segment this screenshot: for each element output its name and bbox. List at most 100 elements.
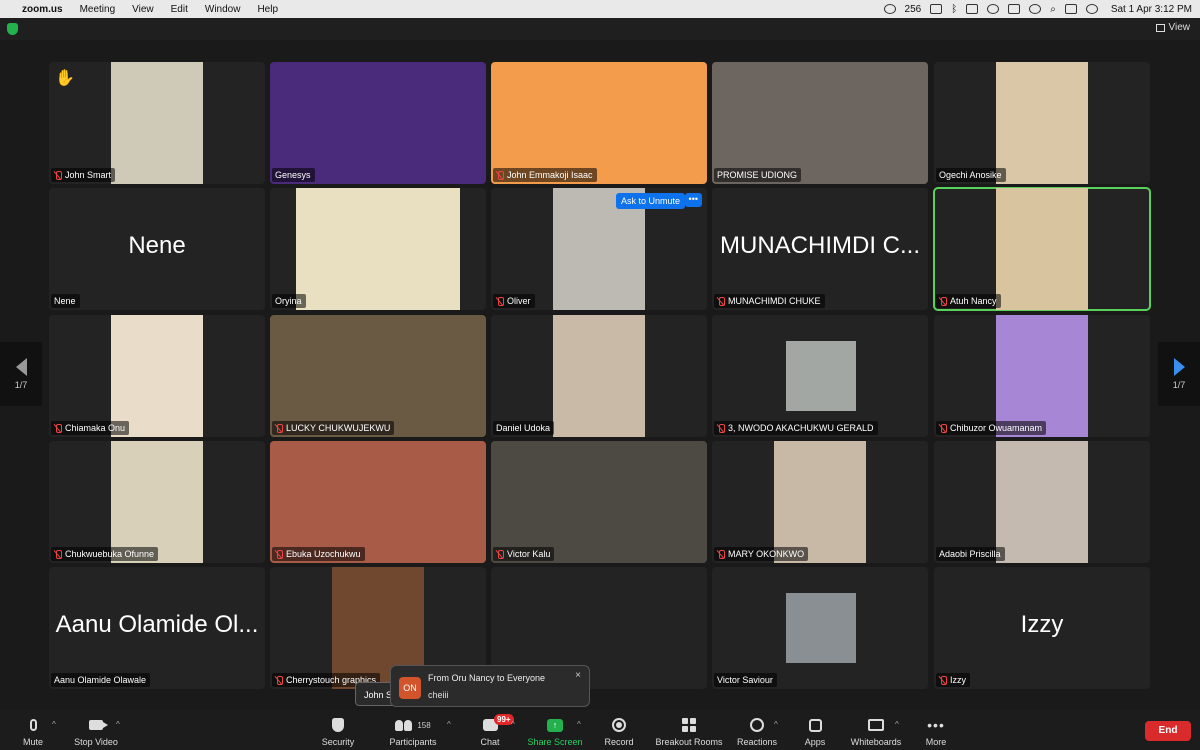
menu-edit[interactable]: Edit bbox=[171, 4, 188, 15]
participant-name: John Smart bbox=[65, 170, 112, 180]
participants-icon bbox=[395, 719, 413, 731]
status-badge[interactable]: 256 bbox=[905, 4, 922, 15]
bluetooth-icon[interactable]: ᛒ bbox=[951, 4, 957, 15]
page-indicator-left: 1/7 bbox=[14, 380, 28, 390]
more-button[interactable]: ••• More bbox=[898, 716, 974, 747]
extension-icon[interactable] bbox=[930, 4, 943, 14]
participant-name: Nene bbox=[54, 296, 76, 306]
video-feed bbox=[786, 593, 856, 663]
battery-icon[interactable] bbox=[1008, 4, 1021, 14]
participant-tile[interactable]: Victor Kalu bbox=[491, 441, 707, 563]
meeting-top-bar: View bbox=[0, 18, 1200, 40]
close-icon[interactable]: × bbox=[575, 670, 581, 681]
participant-name-tag: Victor Saviour bbox=[714, 673, 777, 687]
chevron-up-icon[interactable]: ^ bbox=[116, 720, 120, 729]
record-button[interactable]: Record bbox=[581, 716, 657, 747]
mic-muted-icon bbox=[717, 296, 725, 306]
end-meeting-button[interactable]: End bbox=[1145, 721, 1191, 741]
mic-muted-icon bbox=[275, 549, 283, 559]
arrow-right-icon bbox=[1173, 358, 1185, 376]
chat-notification[interactable]: ON From Oru Nancy to Everyone cheiii × bbox=[390, 665, 590, 707]
view-button[interactable]: View bbox=[1155, 22, 1190, 33]
participant-name-tag: Adaobi Priscilla bbox=[936, 547, 1005, 561]
mic-muted-icon bbox=[717, 423, 725, 433]
participant-tile[interactable]: 3, NWODO AKACHUKWU GERALD bbox=[712, 315, 928, 437]
status-circle-icon[interactable] bbox=[883, 4, 896, 14]
avatar: ON bbox=[399, 677, 421, 699]
participant-tile[interactable]: Chiamaka Onu bbox=[49, 315, 265, 437]
participant-tile[interactable]: Adaobi Priscilla bbox=[934, 441, 1150, 563]
participant-tile[interactable]: Aanu Olamide Ol... Aanu Olamide Olawale bbox=[49, 567, 265, 689]
menu-app[interactable]: zoom.us bbox=[22, 4, 63, 15]
participant-tile[interactable]: Atuh Nancy bbox=[933, 187, 1151, 311]
participants-button[interactable]: 158 Participants bbox=[375, 716, 451, 747]
breakout-rooms-label: Breakout Rooms bbox=[655, 737, 723, 747]
camera-icon bbox=[89, 720, 108, 730]
video-feed bbox=[774, 441, 866, 563]
participant-tile[interactable]: Chibuzor Owuamanam bbox=[934, 315, 1150, 437]
participant-tile[interactable]: John Emmakoji Isaac bbox=[491, 62, 707, 184]
breakout-rooms-button[interactable]: Breakout Rooms bbox=[650, 716, 728, 747]
gallery-view: 1/7 1/7 ✋ John Smart Genesys John Emmakoji … bbox=[0, 40, 1200, 710]
video-feed bbox=[996, 188, 1088, 310]
participant-tile[interactable]: LUCKY CHUKWUJEKWU bbox=[270, 315, 486, 437]
participant-tile[interactable]: Nene Nene bbox=[49, 188, 265, 310]
participant-tile[interactable]: Oryina bbox=[270, 188, 486, 310]
participant-name-tag: Ogechi Anosike bbox=[936, 168, 1006, 182]
participant-tile[interactable]: Victor Saviour bbox=[712, 567, 928, 689]
participant-tile[interactable]: Ask to Unmute ••• Oliver bbox=[491, 188, 707, 310]
participant-name: Oryina bbox=[275, 296, 302, 306]
page-indicator-right: 1/7 bbox=[1172, 380, 1186, 390]
clock[interactable]: Sat 1 Apr 3:12 PM bbox=[1111, 4, 1192, 15]
participant-tile[interactable]: Ogechi Anosike bbox=[934, 62, 1150, 184]
participant-name: Oliver bbox=[507, 296, 531, 306]
ask-to-unmute-button[interactable]: Ask to Unmute bbox=[615, 193, 685, 209]
tile-more-icon[interactable]: ••• bbox=[684, 193, 702, 207]
participant-name: Atuh Nancy bbox=[950, 296, 997, 306]
menu-window[interactable]: Window bbox=[205, 4, 241, 15]
control-center-icon[interactable] bbox=[1064, 4, 1077, 14]
participant-tile[interactable]: PROMISE UDIONG bbox=[712, 62, 928, 184]
participant-name: 3, NWODO AKACHUKWU GERALD bbox=[728, 423, 874, 433]
status-area: 256 ᛒ ⌕ Sat 1 Apr 3:12 PM bbox=[883, 4, 1192, 15]
next-page-button[interactable]: 1/7 bbox=[1158, 342, 1200, 406]
play-icon[interactable] bbox=[987, 4, 1000, 14]
participant-tile[interactable]: Ebuka Uzochukwu bbox=[270, 441, 486, 563]
record-icon bbox=[612, 718, 626, 732]
wifi-icon[interactable] bbox=[1029, 4, 1042, 14]
stop-video-button[interactable]: Stop Video bbox=[58, 716, 134, 747]
menu-help[interactable]: Help bbox=[257, 4, 278, 15]
participant-tile[interactable]: MUNACHIMDI C... MUNACHIMDI CHUKE bbox=[712, 188, 928, 310]
menu-view[interactable]: View bbox=[132, 4, 154, 15]
prev-page-button[interactable]: 1/7 bbox=[0, 342, 42, 406]
arrow-left-icon bbox=[15, 358, 27, 376]
participant-name-tag: LUCKY CHUKWUJEKWU bbox=[272, 421, 395, 435]
menu-meeting[interactable]: Meeting bbox=[80, 4, 116, 15]
video-feed bbox=[270, 315, 486, 437]
participant-name-tag: PROMISE UDIONG bbox=[714, 168, 802, 182]
participant-name-tag: Nene bbox=[51, 294, 80, 308]
apps-icon bbox=[808, 718, 822, 732]
participant-tile[interactable]: Izzy Izzy bbox=[934, 567, 1150, 689]
chat-preview-name: John S bbox=[364, 690, 393, 700]
chevron-up-icon[interactable]: ^ bbox=[511, 720, 515, 729]
share-arrow-icon: ↑ bbox=[547, 718, 563, 732]
participant-tile[interactable]: Daniel Udoka bbox=[491, 315, 707, 437]
participant-tile[interactable]: Chukwuebuka Ofunne bbox=[49, 441, 265, 563]
encryption-shield-icon[interactable] bbox=[7, 23, 18, 35]
chevron-up-icon[interactable]: ^ bbox=[447, 720, 451, 729]
participant-tile[interactable]: ✋ John Smart bbox=[49, 62, 265, 184]
participant-name: Adaobi Priscilla bbox=[939, 549, 1001, 559]
mic-muted-icon bbox=[717, 549, 725, 559]
participant-name-tag: Oliver bbox=[493, 294, 535, 308]
participant-name-tag: Victor Kalu bbox=[493, 547, 555, 561]
chevron-up-icon[interactable]: ^ bbox=[52, 720, 56, 729]
siri-icon[interactable] bbox=[1085, 4, 1098, 14]
participant-tile[interactable]: Genesys bbox=[270, 62, 486, 184]
more-label: More bbox=[925, 737, 947, 747]
participant-tile[interactable]: MARY OKONKWO bbox=[712, 441, 928, 563]
search-icon[interactable]: ⌕ bbox=[1050, 4, 1056, 15]
mic-muted-icon bbox=[939, 423, 947, 433]
screen-icon[interactable] bbox=[966, 4, 979, 14]
security-button[interactable]: Security bbox=[300, 716, 376, 747]
